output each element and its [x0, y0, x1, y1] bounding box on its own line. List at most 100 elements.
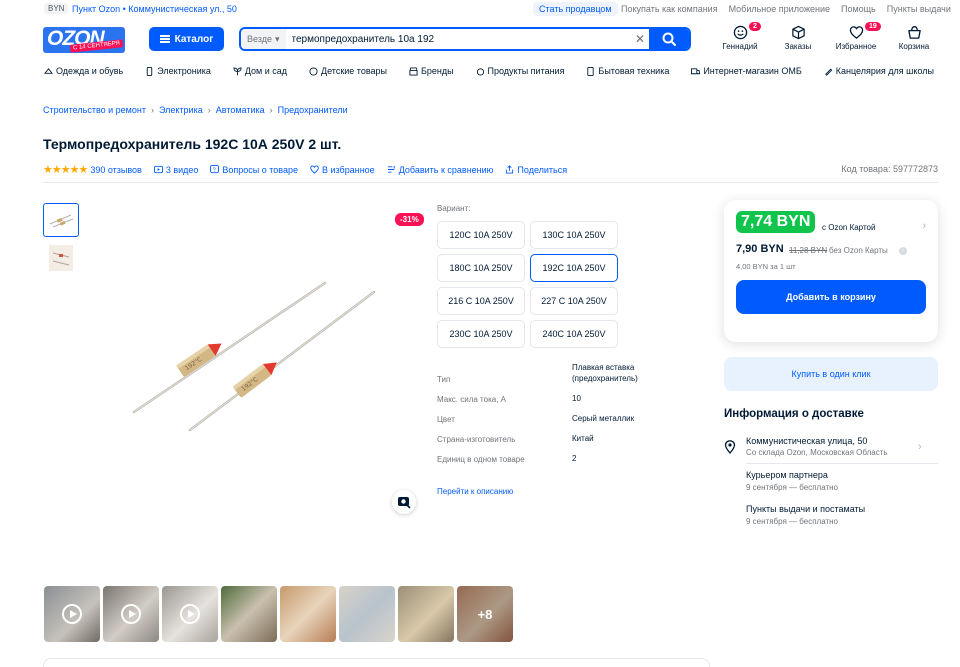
variant-option[interactable]: 240C 10A 250V	[530, 320, 618, 348]
photo-thumb-7[interactable]	[398, 586, 454, 642]
spec-value: Китай	[572, 434, 594, 443]
photo-thumb-5[interactable]	[280, 586, 336, 642]
clear-icon[interactable]: ✕	[631, 32, 649, 46]
catalog-button[interactable]: Каталог	[149, 27, 224, 51]
ozon-logo[interactable]: OZON С 14 СЕНТЯБРЯ	[43, 27, 125, 53]
chevron-right-icon[interactable]: ›	[922, 220, 926, 232]
breadcrumb-item[interactable]: Автоматика	[216, 105, 265, 115]
appliance-icon	[587, 66, 595, 76]
delivery-address[interactable]: Коммунистическая улица, 50	[746, 436, 867, 446]
video-icon	[153, 165, 163, 174]
location-pin-icon	[724, 440, 736, 454]
video-thumb-3[interactable]	[162, 586, 218, 642]
fuse-thumb-image	[49, 214, 74, 228]
video-thumb-1[interactable]	[44, 586, 100, 642]
info-icon[interactable]: i	[899, 247, 907, 255]
spec-row: Цвет Серый металлик	[437, 413, 687, 424]
pickup-point-link[interactable]: Пункт Ozon • Коммунистическая ул., 50	[72, 4, 237, 14]
variant-option[interactable]: 130C 10A 250V	[530, 221, 618, 249]
visual-search-button[interactable]	[392, 490, 416, 514]
search-button[interactable]	[649, 29, 689, 49]
breadcrumb-item[interactable]: Электрика	[159, 105, 203, 115]
search-scope-label: Везде	[247, 34, 272, 44]
search-bar: Везде ▾ ✕	[239, 27, 691, 51]
header-favorites[interactable]: Избранное 19	[830, 22, 882, 55]
category-electronics[interactable]: Электроника	[145, 66, 211, 76]
category-brands[interactable]: Бренды	[409, 66, 454, 76]
breadcrumb-item[interactable]: Строительство и ремонт	[43, 105, 146, 115]
category-school[interactable]: Канцелярия для школы	[824, 66, 934, 76]
top-link-business[interactable]: Покупать как компания	[621, 4, 718, 14]
top-link-pickup-points[interactable]: Пункты выдачи	[887, 4, 951, 14]
chevron-right-icon[interactable]: ›	[918, 441, 922, 453]
delivery-option-detail: 9 сентября — бесплатно	[746, 517, 838, 526]
gallery-thumb-2[interactable]	[43, 241, 79, 275]
chevron-right-icon: ›	[207, 105, 211, 115]
search-input[interactable]	[285, 33, 631, 45]
header-orders[interactable]: Заказы	[772, 25, 824, 55]
delivery-title: Информация о доставке	[724, 408, 864, 420]
category-food[interactable]: Продукты питания	[476, 66, 564, 76]
variant-option[interactable]: 227 C 10A 250V	[530, 287, 618, 315]
header-user[interactable]: Геннадий 2	[714, 22, 766, 55]
fuse-thumb-image	[49, 245, 73, 271]
category-label: Одежда и обувь	[56, 66, 124, 76]
variant-option-selected[interactable]: 192C 10A 250V	[530, 254, 618, 282]
category-label: Детские товары	[321, 66, 387, 76]
compare-label: Добавить к сравнению	[398, 164, 494, 175]
variant-option[interactable]: 180C 10A 250V	[437, 254, 525, 282]
variant-option[interactable]: 216 C 10A 250V	[437, 287, 525, 315]
category-clothes[interactable]: Одежда и обувь	[44, 66, 123, 76]
category-kids[interactable]: Детские товары	[309, 66, 387, 76]
photo-thumb-4[interactable]	[221, 586, 277, 642]
category-home-garden[interactable]: Дом и сад	[233, 66, 287, 76]
category-label: Электроника	[157, 66, 211, 76]
photo-thumb-6[interactable]	[339, 586, 395, 642]
chevron-right-icon: ›	[150, 105, 154, 115]
top-link-mobile-app[interactable]: Мобильное приложение	[729, 4, 830, 14]
favorite-link[interactable]: В избранное	[310, 165, 375, 175]
user-label: Геннадий	[722, 42, 758, 51]
become-seller-link[interactable]: Стать продавцом	[533, 2, 618, 16]
food-icon	[476, 67, 484, 76]
cart-icon	[907, 26, 921, 39]
header-cart[interactable]: Корзина	[888, 25, 940, 55]
share-link[interactable]: Поделиться	[505, 165, 567, 175]
spec-key: Макс. сила тока, А	[437, 395, 506, 404]
buy-one-click-button[interactable]: Купить в один клик	[724, 357, 938, 391]
compare-link[interactable]: Добавить к сравнению	[387, 164, 494, 175]
divider	[746, 463, 938, 464]
category-appliances[interactable]: Бытовая техника	[586, 66, 669, 76]
kids-icon	[309, 66, 318, 76]
add-to-cart-button[interactable]: Добавить в корзину	[736, 280, 926, 314]
videos-label: 3 видео	[165, 164, 199, 175]
category-label: Интернет-магазин ОМБ	[703, 66, 802, 76]
variant-option[interactable]: 120C 10A 250V	[437, 221, 525, 249]
play-icon	[121, 604, 141, 624]
variant-option[interactable]: 230C 10A 250V	[437, 320, 525, 348]
rating[interactable]: ★★★★★ 390 отзывов	[43, 163, 142, 176]
description-link[interactable]: Перейти к описанию	[437, 487, 513, 496]
currency-badge[interactable]: BYN	[44, 3, 69, 14]
play-icon	[180, 604, 200, 624]
question-icon: ?	[210, 165, 220, 173]
product-meta: ★★★★★ 390 отзывов 3 видео ? Вопросы о то…	[43, 163, 567, 176]
category-omb[interactable]: Интернет-магазин ОМБ	[691, 66, 802, 76]
delivery-option-name: Пункты выдачи и постаматы	[746, 504, 866, 514]
videos-link[interactable]: 3 видео	[153, 164, 199, 175]
chevron-right-icon: ›	[269, 105, 273, 115]
spec-key: Цвет	[437, 415, 455, 424]
category-label: Канцелярия для школы	[835, 66, 934, 76]
gallery-thumb-1[interactable]	[43, 203, 79, 237]
reviews-link: 390 отзывов	[90, 164, 142, 175]
questions-link[interactable]: ? Вопросы о товаре	[210, 165, 298, 175]
search-scope-select[interactable]: Везде ▾	[241, 29, 286, 49]
breadcrumb-item[interactable]: Предохранители	[278, 105, 348, 115]
top-link-help[interactable]: Помощь	[841, 4, 876, 14]
photo-thumb-more[interactable]: +8	[457, 586, 513, 642]
more-photos-count: +8	[457, 586, 513, 642]
video-thumb-2[interactable]	[103, 586, 159, 642]
product-image[interactable]: 192°C 192°C	[120, 270, 390, 440]
favorite-label: В избранное	[322, 164, 375, 175]
spec-row: Единиц в одном товаре 2	[437, 453, 687, 464]
